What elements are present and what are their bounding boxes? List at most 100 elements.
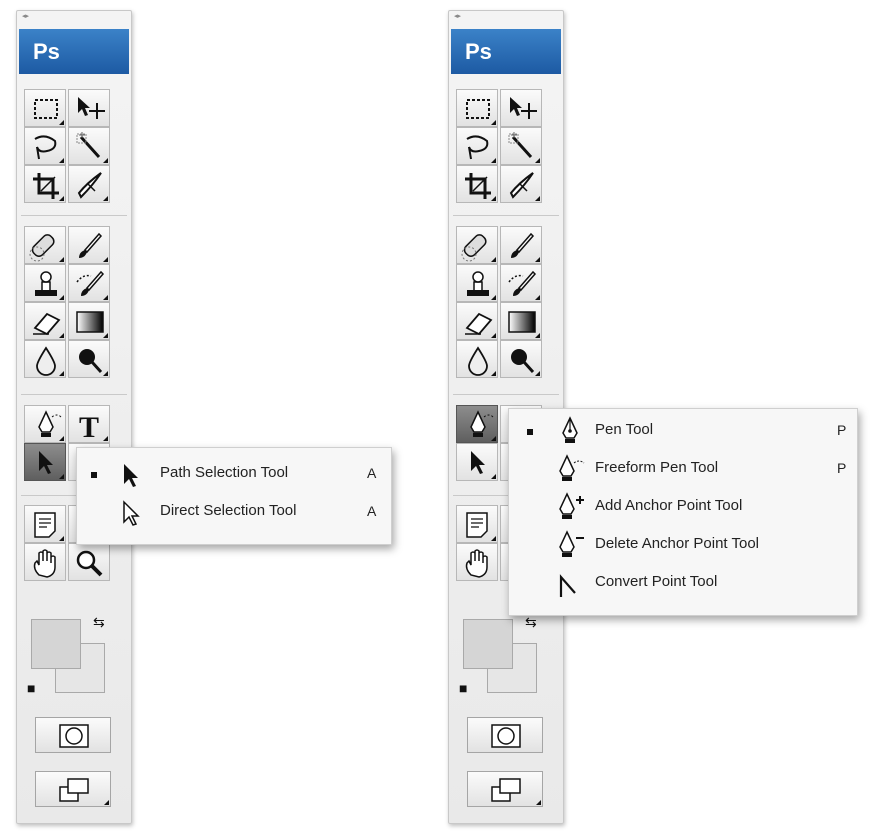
flyout-indicator-icon (59, 196, 64, 201)
tool-button-clone-stamp[interactable] (456, 264, 498, 302)
tool-button-blur[interactable] (456, 340, 498, 378)
default-colors-icon[interactable]: ■ (459, 681, 467, 695)
flyout-indicator-icon (103, 158, 108, 163)
direct-selection-arrow-icon (123, 500, 140, 526)
notes-icon (34, 512, 56, 538)
menu-item-label: Delete Anchor Point Tool (595, 535, 759, 552)
tool-button-eraser[interactable] (456, 302, 498, 340)
menu-item-delete-anchor-point-tool[interactable]: Delete Anchor Point Tool (509, 525, 857, 563)
tool-button-slice[interactable] (500, 165, 542, 203)
tool-button-gradient[interactable] (500, 302, 542, 340)
tool-button-lasso[interactable] (456, 127, 498, 165)
tool-button-path-selection[interactable] (456, 443, 498, 481)
flyout-indicator-icon (535, 333, 540, 338)
tool-button-blur[interactable] (24, 340, 66, 378)
tool-button-pen[interactable] (24, 405, 66, 443)
tool-button-healing-brush[interactable] (456, 226, 498, 264)
tool-button-type[interactable]: T (68, 405, 110, 443)
clone-stamp-icon (35, 271, 57, 296)
tool-button-brush[interactable] (500, 226, 542, 264)
menu-item-path-selection-tool[interactable]: Path Selection Tool A (77, 456, 391, 494)
move-icon (78, 97, 105, 119)
menu-item-convert-point-tool[interactable]: Convert Point Tool (509, 563, 857, 601)
eraser-icon (33, 312, 61, 336)
rectangular-marquee-icon (466, 99, 490, 119)
eraser-icon (465, 312, 493, 336)
zoom-icon (76, 550, 103, 577)
tool-button-hand[interactable] (24, 543, 66, 581)
tool-button-slice[interactable] (68, 165, 110, 203)
tool-button-magic-wand[interactable] (68, 127, 110, 165)
convert-point-icon (559, 574, 576, 597)
flyout-indicator-icon (103, 295, 108, 300)
swap-colors-icon[interactable]: ⇆ (525, 615, 537, 629)
flyout-indicator-icon (535, 196, 540, 201)
menu-item-freeform-pen-tool[interactable]: Freeform Pen Tool P (509, 449, 857, 487)
menu-item-label: Pen Tool (595, 421, 654, 438)
tool-button-move[interactable] (500, 89, 542, 127)
notes-icon (466, 512, 488, 538)
foreground-color-swatch[interactable] (31, 619, 81, 669)
screen-mode-button[interactable] (35, 771, 111, 807)
tool-button-healing-brush[interactable] (24, 226, 66, 264)
tool-button-notes[interactable] (456, 505, 498, 543)
tool-button-eraser[interactable] (24, 302, 66, 340)
quick-mask-mode-button[interactable] (35, 717, 111, 753)
tool-button-crop[interactable] (456, 165, 498, 203)
flyout-indicator-icon (535, 257, 540, 262)
photoshop-logo[interactable]: Ps (451, 29, 561, 74)
quick-mask-mode-button[interactable] (467, 717, 543, 753)
toolbar-separator (453, 394, 559, 395)
swap-colors-icon[interactable]: ⇆ (93, 615, 105, 629)
add-anchor-point-icon (559, 492, 584, 519)
tool-button-move[interactable] (68, 89, 110, 127)
menu-item-direct-selection-tool[interactable]: Direct Selection Tool A (77, 494, 391, 532)
panel-collapse-grip[interactable]: ◂▸ (22, 13, 29, 21)
flyout-indicator-icon (103, 371, 108, 376)
menu-item-shortcut: A (367, 503, 377, 519)
tool-button-notes[interactable] (24, 505, 66, 543)
quick-mask-icon (491, 724, 521, 748)
tool-button-clone-stamp[interactable] (24, 264, 66, 302)
tool-button-brush[interactable] (68, 226, 110, 264)
tool-button-rectangular-marquee[interactable] (24, 89, 66, 127)
tool-button-gradient[interactable] (68, 302, 110, 340)
tool-button-rectangular-marquee[interactable] (456, 89, 498, 127)
photoshop-logo[interactable]: Ps (19, 29, 129, 74)
tool-button-magic-wand[interactable] (500, 127, 542, 165)
flyout-indicator-icon (491, 474, 496, 479)
freeform-pen-icon (559, 454, 585, 481)
lasso-icon (466, 135, 489, 160)
menu-item-label: Direct Selection Tool (160, 502, 297, 519)
flyout-indicator-icon (103, 333, 108, 338)
tool-button-dodge[interactable] (500, 340, 542, 378)
default-colors-icon[interactable]: ■ (27, 681, 35, 695)
tool-button-path-selection[interactable] (24, 443, 66, 481)
tool-button-history-brush[interactable] (500, 264, 542, 302)
tool-button-crop[interactable] (24, 165, 66, 203)
screen-mode-button[interactable] (467, 771, 543, 807)
tool-button-zoom[interactable] (68, 543, 110, 581)
healing-brush-icon (461, 234, 487, 262)
menu-item-pen-tool[interactable]: Pen Tool P (509, 411, 857, 449)
flyout-indicator-icon (491, 158, 496, 163)
pen-icon (470, 410, 494, 437)
menu-item-add-anchor-point-tool[interactable]: Add Anchor Point Tool (509, 487, 857, 525)
tool-button-dodge[interactable] (68, 340, 110, 378)
blur-icon (36, 346, 56, 376)
tool-button-hand[interactable] (456, 543, 498, 581)
flyout-indicator-icon (536, 800, 541, 805)
tool-button-pen[interactable] (456, 405, 498, 443)
foreground-color-swatch[interactable] (463, 619, 513, 669)
path-selection-flyout-menu: Path Selection Tool A Direct Selection T… (76, 447, 392, 545)
flyout-indicator-icon (535, 371, 540, 376)
history-brush-icon (508, 270, 537, 296)
gradient-icon (508, 311, 536, 333)
menu-item-label: Convert Point Tool (595, 573, 718, 590)
panel-collapse-grip[interactable]: ◂▸ (454, 13, 461, 21)
tool-button-history-brush[interactable] (68, 264, 110, 302)
flyout-indicator-icon (59, 257, 64, 262)
screen-mode-icon (59, 778, 89, 802)
flyout-indicator-icon (59, 436, 64, 441)
tool-button-lasso[interactable] (24, 127, 66, 165)
